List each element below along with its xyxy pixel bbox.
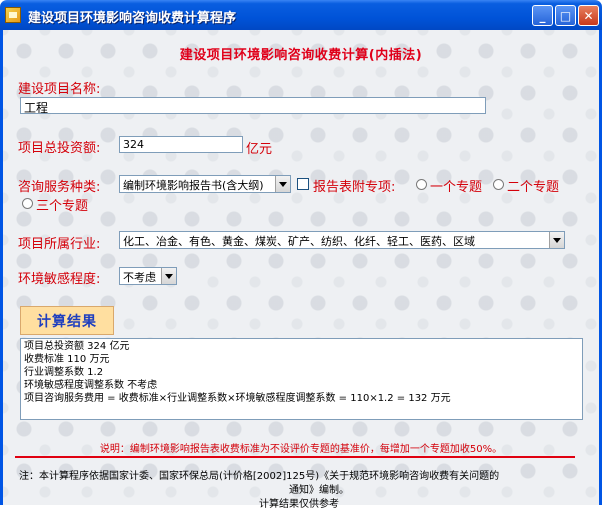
divider-line — [15, 456, 575, 458]
industry-label: 项目所属行业: — [18, 237, 101, 252]
maximize-button[interactable]: □ — [555, 5, 576, 26]
report-appendix-label: 报告表附专项: — [313, 180, 396, 195]
radio-three-topics[interactable] — [22, 198, 33, 209]
result-line: 项目咨询服务费用 = 收费标准×行业调整系数×环境敏感程度调整系数 = 110×… — [24, 393, 451, 404]
radio-two-topics[interactable] — [493, 179, 504, 190]
footer-note: 注：本计算程序依据国家计委、国家环保总局(计价格[2002]125号)《关于规范… — [19, 470, 589, 512]
radio-three-topics-label: 三个专题 — [36, 199, 89, 214]
maximize-icon: □ — [559, 8, 572, 23]
industry-value: 化工、冶金、有色、黄金、煤炭、矿产、纺织、化纤、轻工、医药、区域 — [123, 235, 475, 248]
project-name-label: 建设项目名称: — [18, 82, 101, 97]
close-button[interactable]: ✕ — [578, 5, 599, 26]
explanation-note: 说明：编制环境影响报告表收费标准为不设评价专题的基准价，每增加一个专题加收50%… — [99, 444, 503, 455]
result-textarea[interactable]: 项目总投资额 324 亿元 收费标准 110 万元 行业调整系数 1.2 环境敏… — [20, 338, 583, 420]
close-icon: ✕ — [583, 8, 594, 23]
radio-two-topics-label: 二个专题 — [507, 180, 560, 195]
minimize-button[interactable]: _ — [532, 5, 553, 26]
minimize-icon: _ — [539, 8, 546, 23]
radio-one-topic[interactable] — [416, 179, 427, 190]
project-name-input[interactable]: 工程 — [20, 97, 486, 114]
service-type-select[interactable]: 编制环境影响报告书(含大纲) — [119, 175, 291, 193]
result-line: 项目总投资额 324 亿元 — [24, 341, 130, 352]
chevron-down-icon[interactable] — [275, 176, 290, 192]
form-heading: 建设项目环境影响咨询收费计算(内插法) — [179, 48, 423, 63]
sensitivity-label: 环境敏感程度: — [18, 272, 101, 287]
result-line: 环境敏感程度调整系数 不考虑 — [24, 380, 158, 391]
app-icon — [5, 7, 21, 23]
service-type-label: 咨询服务种类: — [18, 180, 101, 195]
window-title: 建设项目环境影响咨询收费计算程序 — [28, 11, 237, 26]
radio-one-topic-label: 一个专题 — [430, 180, 483, 195]
footer-line-1: 注：本计算程序依据国家计委、国家环保总局(计价格[2002]125号)《关于规范… — [19, 471, 500, 482]
calculate-button[interactable]: 计算结果 — [20, 306, 114, 335]
report-appendix-checkbox[interactable] — [297, 178, 309, 190]
chevron-down-icon[interactable] — [549, 232, 564, 248]
main-form: 建设项目环境影响咨询收费计算(内插法) 建设项目名称: 工程 项目总投资额: 3… — [0, 30, 602, 510]
industry-select[interactable]: 化工、冶金、有色、黄金、煤炭、矿产、纺织、化纤、轻工、医药、区域 — [119, 231, 565, 249]
result-line: 行业调整系数 1.2 — [24, 367, 104, 378]
investment-input[interactable]: 324 — [119, 136, 243, 153]
investment-unit: 亿元 — [246, 142, 273, 157]
sensitivity-select[interactable]: 不考虑 — [119, 267, 177, 285]
footer-line-2: 通知》编制。 — [289, 485, 349, 496]
sensitivity-value: 不考虑 — [123, 271, 156, 284]
service-type-value: 编制环境影响报告书(含大纲) — [123, 179, 264, 192]
footer-line-3: 计算结果仅供参考 — [259, 499, 339, 510]
title-bar[interactable]: 建设项目环境影响咨询收费计算程序 _ □ ✕ — [0, 0, 602, 30]
result-line: 收费标准 110 万元 — [24, 354, 110, 365]
chevron-down-icon[interactable] — [161, 268, 176, 284]
investment-label: 项目总投资额: — [18, 141, 101, 156]
